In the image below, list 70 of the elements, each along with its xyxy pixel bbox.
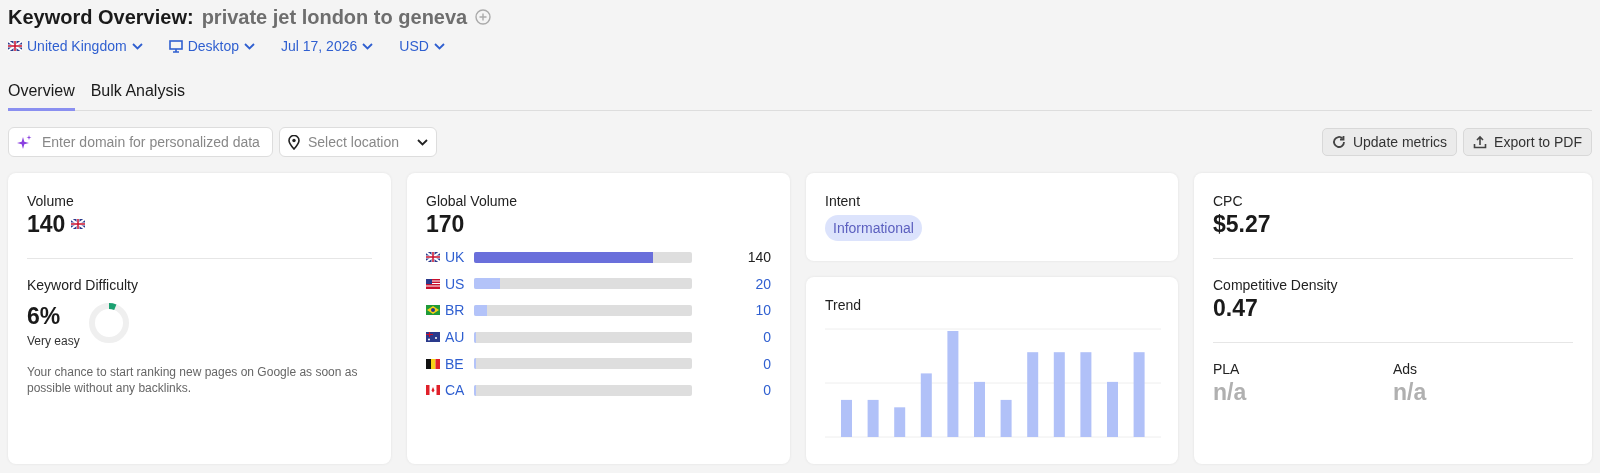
flag-icon	[8, 41, 22, 51]
flag-icon	[426, 252, 440, 263]
country-link[interactable]: AU	[426, 329, 474, 346]
page-title: Keyword Overview:	[8, 5, 194, 29]
country-link[interactable]: UK	[426, 249, 474, 266]
trend-bar	[1107, 381, 1118, 437]
refresh-icon	[1331, 135, 1346, 149]
chevron-down-icon	[362, 42, 374, 50]
tab[interactable]: Overview	[8, 76, 75, 111]
metric-value: 170	[426, 211, 466, 238]
difficulty-gauge	[89, 302, 129, 343]
metric-value: 140	[27, 211, 66, 238]
sparkle-icon	[17, 134, 32, 150]
flag-icon	[71, 218, 86, 229]
country-link[interactable]: BR	[426, 302, 474, 319]
location-pin-icon	[288, 134, 300, 150]
toolbar-button[interactable]: Export to PDF	[1463, 128, 1592, 156]
filter-dropdown[interactable]: USD	[399, 38, 445, 54]
location-select[interactable]: Select location	[279, 127, 437, 157]
metric-label: Volume	[27, 193, 75, 209]
upload-icon	[1473, 135, 1488, 149]
metric-value: n/a	[1393, 379, 1428, 406]
chevron-down-icon	[131, 42, 143, 50]
metric-value: $5.27	[1213, 211, 1272, 238]
metric-value: 6%	[27, 303, 62, 330]
add-icon[interactable]	[475, 9, 492, 25]
metric-value: 0.47	[1213, 295, 1259, 322]
keyword-text: private jet london to geneva	[201, 5, 468, 29]
metric-label: Ads	[1393, 361, 1419, 377]
metric-label: Intent	[825, 193, 862, 209]
country-link[interactable]: CA	[426, 382, 474, 399]
metric-label: Competitive Density	[1213, 277, 1339, 293]
trend-bar	[974, 381, 985, 437]
difficulty-description: Your chance to start ranking new pages on Google as soon as possible without any backlinks.	[27, 364, 359, 396]
filter-dropdown[interactable]: Jul 17, 2026	[281, 38, 374, 54]
monitor-icon	[168, 39, 183, 53]
country-volume[interactable]: 10	[692, 302, 771, 319]
trend-bar	[867, 399, 879, 437]
trend-bar	[841, 399, 852, 437]
country-link[interactable]: BE	[426, 355, 474, 372]
flag-icon	[426, 358, 440, 369]
flag-icon	[426, 278, 440, 289]
country-volume[interactable]: 0	[692, 355, 771, 372]
country-volume: 140	[746, 249, 771, 266]
filter-dropdown[interactable]: Desktop	[168, 38, 255, 54]
metric-label: Keyword Difficulty	[27, 277, 139, 293]
flag-icon	[426, 385, 440, 396]
country-volume[interactable]: 20	[692, 275, 771, 292]
country-volume[interactable]: 0	[692, 382, 771, 399]
metric-label: Trend	[825, 297, 863, 313]
difficulty-rating: Very easy	[27, 334, 81, 348]
tab[interactable]: Bulk Analysis	[90, 76, 185, 111]
metric-label: CPC	[1213, 193, 1244, 209]
toolbar-button[interactable]: Update metrics	[1321, 128, 1458, 156]
trend-bar	[1000, 399, 1012, 437]
flag-icon	[426, 332, 440, 343]
metric-label: Global Volume	[426, 193, 519, 209]
flag-icon	[426, 305, 440, 316]
country-link[interactable]: US	[426, 275, 474, 292]
chevron-down-icon	[433, 42, 445, 50]
country-volume[interactable]: 0	[692, 329, 771, 346]
filter-dropdown[interactable]: United Kingdom	[8, 38, 143, 54]
metric-value: n/a	[1213, 379, 1248, 406]
metric-label: PLA	[1213, 361, 1241, 377]
chevron-down-icon	[244, 42, 255, 50]
trend-bar	[920, 373, 932, 437]
chevron-down-icon	[417, 138, 428, 146]
intent-badge: Informational	[825, 215, 922, 241]
trend-bar	[894, 407, 906, 437]
domain-field[interactable]: Enter domain for personalized data	[8, 127, 273, 157]
